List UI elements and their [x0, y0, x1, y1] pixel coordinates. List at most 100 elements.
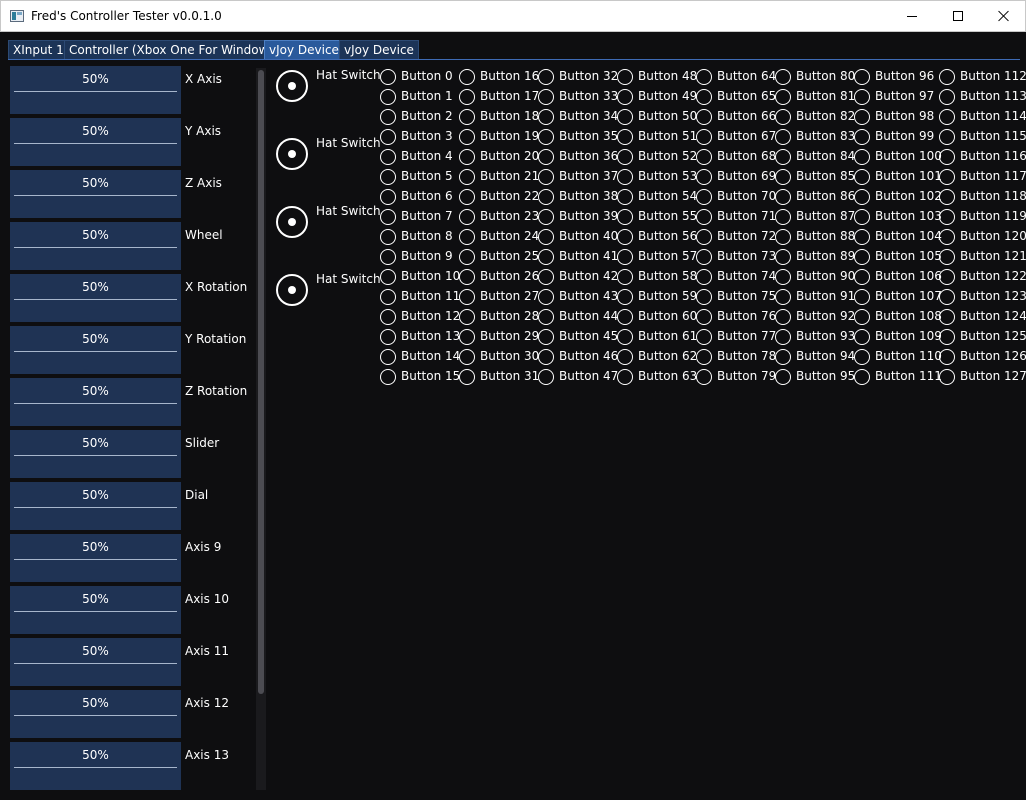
axis-bar: 50%	[10, 378, 181, 426]
button-label: Button 50	[638, 109, 698, 123]
axis-label: Wheel	[185, 228, 223, 242]
radio-indicator-icon	[617, 209, 633, 225]
button-label: Button 127	[960, 369, 1026, 383]
tab-vjoy-device-1[interactable]: vJoy Device	[264, 40, 344, 60]
button-label: Button 102	[875, 189, 942, 203]
radio-indicator-icon	[459, 309, 475, 325]
axis-label: Axis 9	[185, 540, 222, 554]
axis-row: 50% Z Rotation	[8, 378, 258, 426]
axis-center-line	[14, 663, 177, 664]
axis-value: 50%	[82, 228, 109, 242]
button-label: Button 77	[717, 329, 777, 343]
button-label: Button 113	[960, 89, 1026, 103]
axis-value: 50%	[82, 384, 109, 398]
button-label: Button 85	[796, 169, 856, 183]
hat-switch: Hat Switch	[276, 134, 386, 170]
radio-indicator-icon	[854, 229, 870, 245]
axis-value: 50%	[82, 72, 109, 86]
radio-indicator-icon	[459, 189, 475, 205]
radio-indicator-icon	[538, 89, 554, 105]
radio-indicator-icon	[939, 209, 955, 225]
radio-indicator-icon	[538, 209, 554, 225]
button-label: Button 7	[401, 209, 453, 223]
button-label: Button 83	[796, 129, 856, 143]
button-label: Button 76	[717, 309, 777, 323]
hat-switch-label: Hat Switch	[316, 204, 381, 218]
title-bar[interactable]: Fred's Controller Tester v0.0.1.0	[0, 0, 1026, 32]
button-label: Button 98	[875, 109, 935, 123]
button-label: Button 5	[401, 169, 453, 183]
radio-indicator-icon	[939, 249, 955, 265]
axes-list[interactable]: 50% X Axis 50% Y Axis 50% Z Axis 50% Wheel 50% X …	[8, 66, 266, 790]
radio-indicator-icon	[459, 269, 475, 285]
radio-indicator-icon	[380, 289, 396, 305]
button-label: Button 58	[638, 269, 698, 283]
axis-bar: 50%	[10, 586, 181, 634]
button-label: Button 64	[717, 69, 777, 83]
button-label: Button 74	[717, 269, 777, 283]
tab-controller-xbox[interactable]: Controller (Xbox One For Windows)	[64, 40, 285, 60]
radio-indicator-icon	[538, 169, 554, 185]
radio-indicator-icon	[617, 169, 633, 185]
button-label: Button 72	[717, 229, 777, 243]
button-label: Button 80	[796, 69, 856, 83]
button-label: Button 109	[875, 329, 942, 343]
axis-center-line	[14, 507, 177, 508]
radio-indicator-icon	[775, 329, 791, 345]
radio-indicator-icon	[696, 229, 712, 245]
axis-bar: 50%	[10, 118, 181, 166]
axis-center-line	[14, 195, 177, 196]
radio-indicator-icon	[538, 229, 554, 245]
axis-value: 50%	[82, 436, 109, 450]
radio-indicator-icon	[854, 289, 870, 305]
button-label: Button 22	[480, 189, 540, 203]
maximize-button[interactable]	[935, 1, 981, 31]
hat-center-dot	[288, 150, 296, 158]
radio-indicator-icon	[617, 309, 633, 325]
hat-switch-indicator	[276, 274, 308, 306]
axis-bar: 50%	[10, 222, 181, 270]
button-label: Button 70	[717, 189, 777, 203]
scrollbar-thumb[interactable]	[258, 70, 264, 694]
axis-value: 50%	[82, 592, 109, 606]
button-label: Button 52	[638, 149, 698, 163]
tab-underline	[8, 59, 1020, 60]
axis-value: 50%	[82, 644, 109, 658]
close-button[interactable]	[981, 1, 1026, 31]
radio-indicator-icon	[459, 149, 475, 165]
axis-row: 50% Wheel	[8, 222, 258, 270]
radio-indicator-icon	[939, 349, 955, 365]
axes-scrollbar[interactable]	[256, 68, 266, 790]
button-label: Button 44	[559, 309, 619, 323]
button-label: Button 55	[638, 209, 698, 223]
axis-label: Axis 11	[185, 644, 229, 658]
axis-bar: 50%	[10, 638, 181, 686]
minimize-button[interactable]	[889, 1, 935, 31]
button-label: Button 69	[717, 169, 777, 183]
button-label: Button 100	[875, 149, 942, 163]
radio-indicator-icon	[459, 169, 475, 185]
radio-indicator-icon	[459, 69, 475, 85]
radio-indicator-icon	[696, 269, 712, 285]
button-label: Button 87	[796, 209, 856, 223]
hat-center-dot	[288, 218, 296, 226]
axis-value: 50%	[82, 748, 109, 762]
radio-indicator-icon	[617, 249, 633, 265]
button-label: Button 92	[796, 309, 856, 323]
button-label: Button 42	[559, 269, 619, 283]
tab-xinput-1[interactable]: XInput 1	[8, 40, 69, 60]
button-label: Button 110	[875, 349, 942, 363]
radio-indicator-icon	[538, 289, 554, 305]
button-label: Button 16	[480, 69, 540, 83]
button-label: Button 57	[638, 249, 698, 263]
radio-indicator-icon	[696, 329, 712, 345]
button-label: Button 101	[875, 169, 942, 183]
radio-indicator-icon	[380, 309, 396, 325]
axis-bar: 50%	[10, 66, 181, 114]
hat-switch: Hat Switch	[276, 66, 386, 102]
button-label: Button 40	[559, 229, 619, 243]
button-label: Button 35	[559, 129, 619, 143]
tab-vjoy-device-2[interactable]: vJoy Device	[339, 40, 419, 60]
button-label: Button 66	[717, 109, 777, 123]
radio-indicator-icon	[538, 369, 554, 385]
